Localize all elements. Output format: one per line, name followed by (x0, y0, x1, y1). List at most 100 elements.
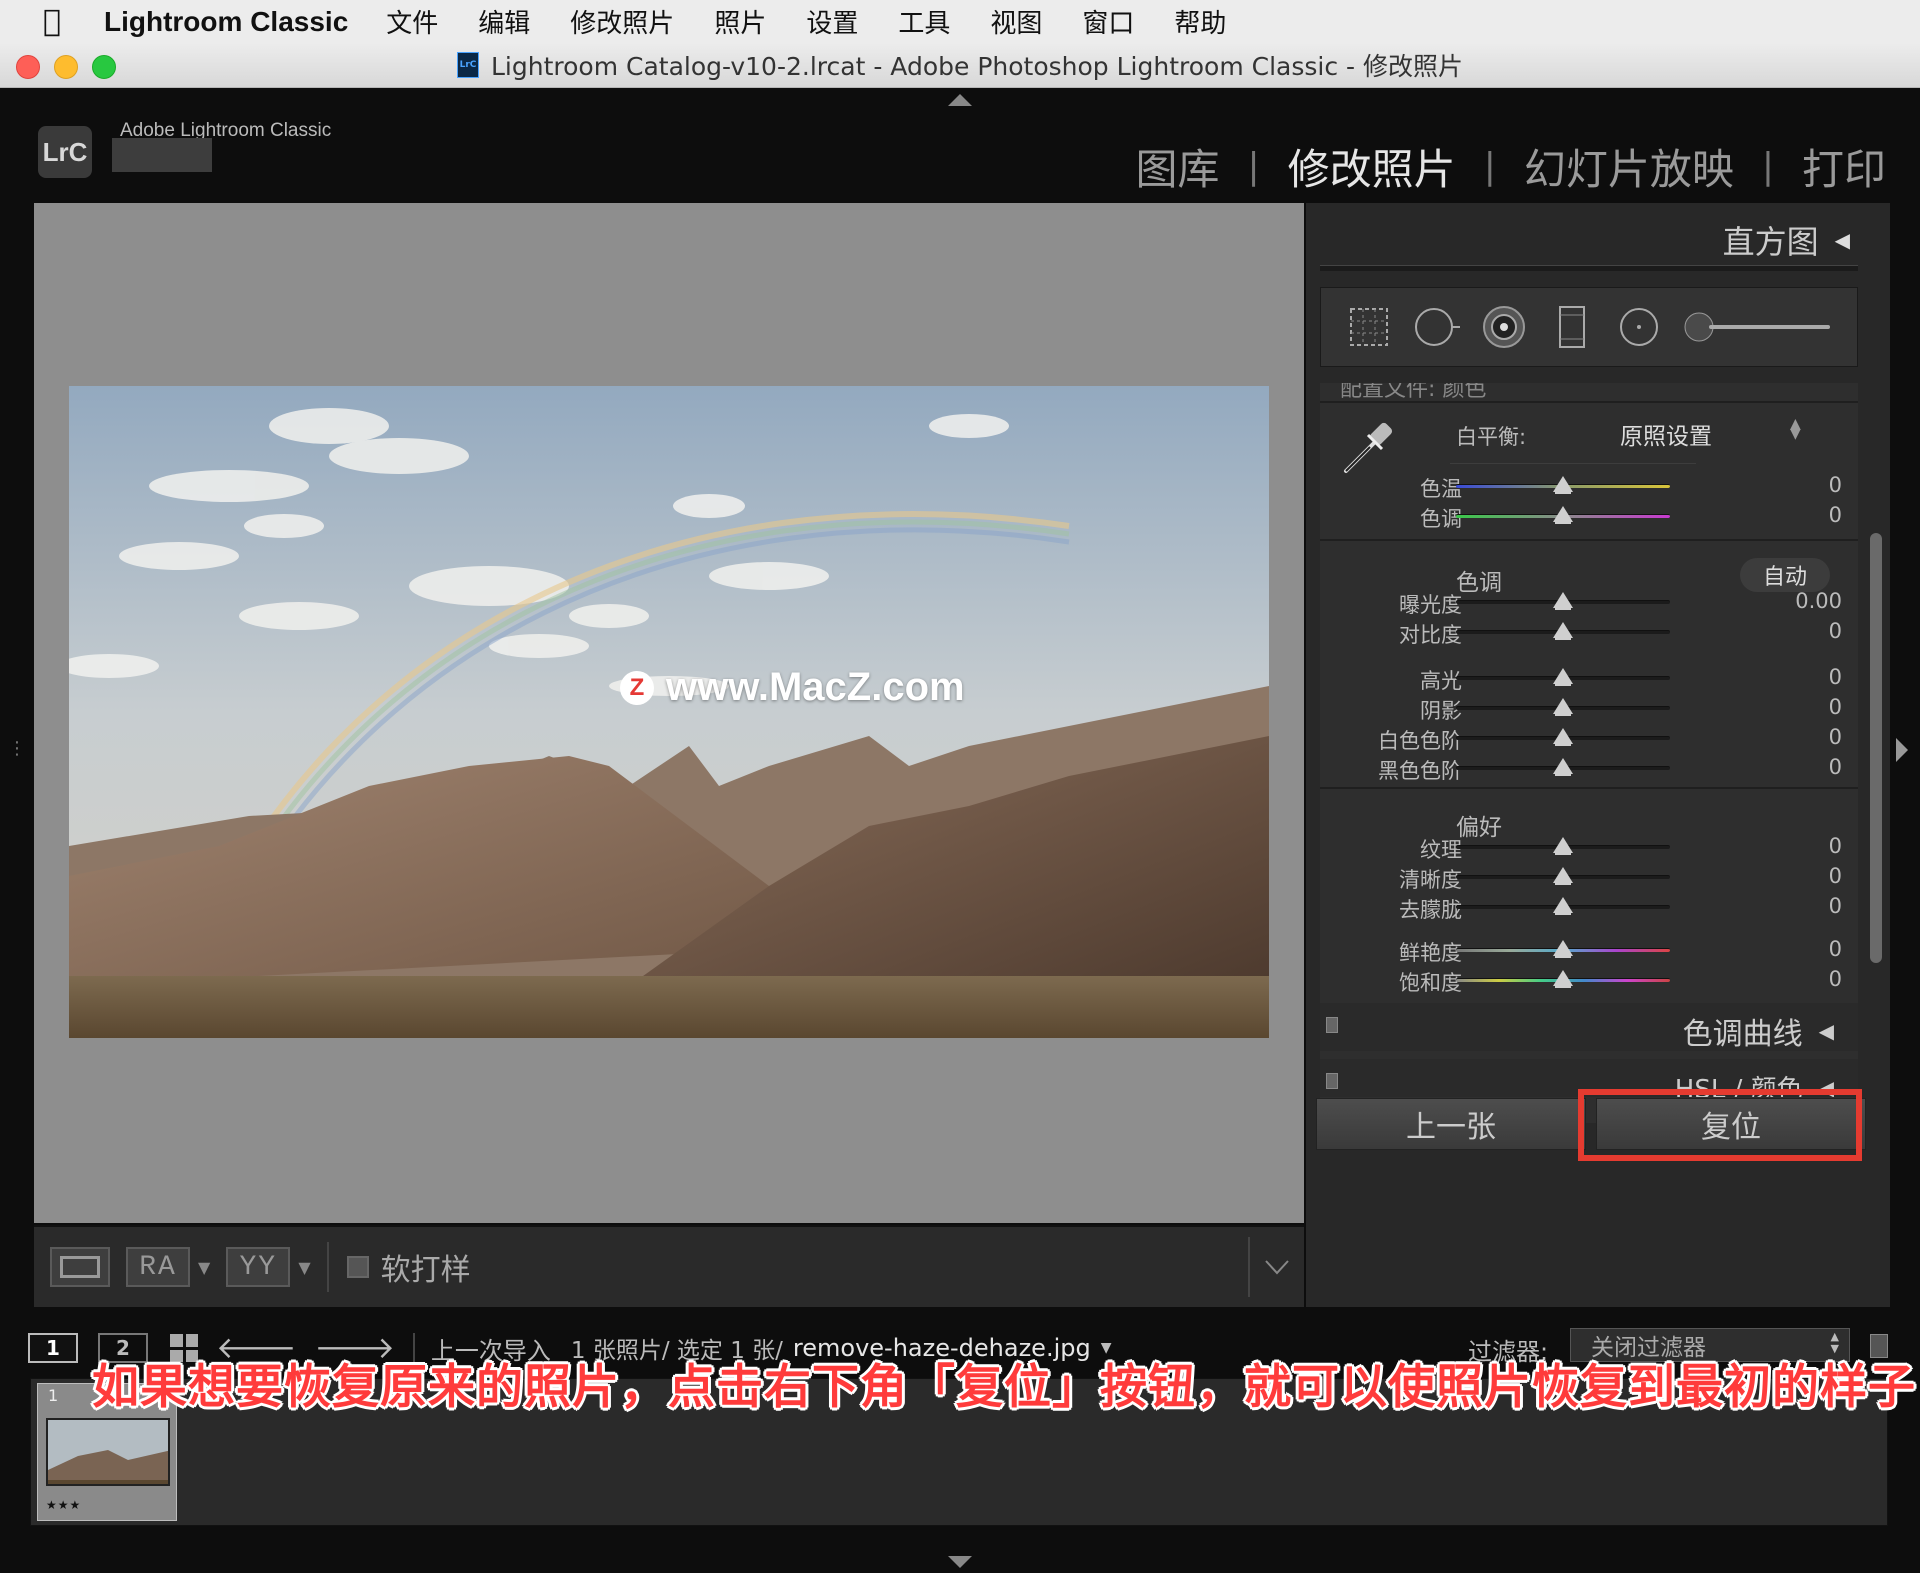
soft-proof-checkbox[interactable] (346, 1256, 369, 1278)
loupe-view-button[interactable] (50, 1247, 110, 1287)
slider-row: 去朦胧 0 (1320, 892, 1858, 922)
slider-thumb[interactable] (1553, 897, 1573, 915)
maximize-window-button[interactable] (92, 55, 116, 79)
slider-value[interactable]: 0 (1829, 755, 1842, 779)
main-photo[interactable] (69, 386, 1269, 1038)
menu-tools[interactable]: 工具 (898, 3, 950, 40)
slider-thumb[interactable] (1553, 506, 1573, 524)
window-controls (16, 55, 116, 79)
slider-row: 纹理 0 (1320, 832, 1858, 862)
slider-value[interactable]: 0 (1829, 894, 1842, 918)
slider-value[interactable]: 0 (1829, 619, 1842, 643)
before-after-swap-button[interactable]: YY (226, 1247, 291, 1287)
chevron-down-icon[interactable]: ▼ (198, 1258, 210, 1277)
slider-row: 饱和度 0 (1320, 965, 1858, 995)
catalog-doc-icon: LrC (456, 52, 479, 78)
panel-divider (1320, 265, 1858, 271)
slider-value[interactable]: 0 (1829, 967, 1842, 991)
slider-thumb[interactable] (1553, 970, 1573, 988)
slider-row: 清晰度 0 (1320, 862, 1858, 892)
slider-label: 阴影 (1420, 699, 1462, 723)
slider-thumb[interactable] (1553, 622, 1573, 640)
menu-view[interactable]: 视图 (990, 3, 1042, 40)
slider-thumb[interactable] (1553, 940, 1573, 958)
slider-value[interactable]: 0 (1829, 834, 1842, 858)
menu-edit[interactable]: 编辑 (478, 3, 530, 40)
slider-label: 纹理 (1420, 838, 1462, 862)
slider-value[interactable]: 0 (1829, 473, 1842, 497)
close-window-button[interactable] (16, 55, 40, 79)
module-separator: | (1247, 146, 1260, 187)
collapse-bottom-panel-icon[interactable] (948, 1556, 972, 1568)
adjustment-brush-icon[interactable] (1683, 303, 1833, 351)
crop-tool-icon[interactable] (1345, 303, 1393, 351)
panel-divider (1320, 401, 1858, 403)
tool-strip (1320, 287, 1858, 367)
spot-removal-icon[interactable] (1412, 303, 1461, 351)
slider-label: 白色色阶 (1378, 729, 1462, 753)
red-eye-icon[interactable] (1480, 303, 1528, 351)
collapse-top-panel-icon[interactable] (948, 94, 972, 106)
slider-row: 白色色阶 0 (1320, 723, 1858, 753)
graduated-filter-icon[interactable] (1548, 303, 1596, 351)
white-balance-select[interactable]: 原照设置 (1620, 417, 1712, 451)
white-balance-label: 白平衡: (1456, 425, 1527, 449)
slider-thumb[interactable] (1553, 837, 1573, 855)
app-menu[interactable]: Lightroom Classic (104, 6, 348, 38)
chevron-down-icon[interactable]: ▼ (298, 1258, 310, 1277)
slider-row: 色温 0 (1320, 471, 1858, 501)
panel-scrollbar[interactable] (1870, 533, 1882, 963)
window-titlebar: LrC Lightroom Catalog-v10-2.lrcat - Adob… (0, 43, 1920, 88)
radial-filter-icon[interactable] (1615, 303, 1663, 351)
menu-window[interactable]: 窗口 (1082, 3, 1134, 40)
menu-settings[interactable]: 设置 (806, 3, 858, 40)
slider-row: 鲜艳度 0 (1320, 935, 1858, 965)
slider-value[interactable]: 0 (1829, 864, 1842, 888)
slider-value[interactable]: 0 (1829, 937, 1842, 961)
previous-button[interactable]: 上一张 (1316, 1098, 1586, 1150)
minimize-window-button[interactable] (54, 55, 78, 79)
slider-row: 黑色色阶 0 (1320, 753, 1858, 783)
slider-thumb[interactable] (1553, 728, 1573, 746)
right-panel-toggle-icon[interactable] (1896, 738, 1908, 762)
slider-value[interactable]: 0 (1829, 665, 1842, 689)
slider-thumb[interactable] (1553, 668, 1573, 686)
module-separator: | (1483, 146, 1496, 187)
menu-file[interactable]: 文件 (386, 3, 438, 40)
slider-label: 去朦胧 (1399, 898, 1462, 922)
slider-thumb[interactable] (1553, 758, 1573, 776)
left-panel-grip-icon[interactable]: ⋮ (8, 738, 26, 759)
slider-value[interactable]: 0 (1829, 503, 1842, 527)
wb-underline (1450, 463, 1696, 464)
histogram-header[interactable]: 直方图 ◀ (1316, 217, 1850, 263)
apple-icon[interactable]:  (0, 4, 104, 39)
module-separator: | (1761, 146, 1774, 187)
slider-label: 色调 (1420, 507, 1462, 531)
menu-photo[interactable]: 照片 (714, 3, 766, 40)
toolbar-content-dropdown[interactable] (1248, 1237, 1304, 1297)
slider-value[interactable]: 0.00 (1795, 589, 1842, 613)
updown-arrows-icon[interactable]: ▲ ▼ (1790, 417, 1801, 441)
menu-help[interactable]: 帮助 (1174, 3, 1226, 40)
slider-thumb[interactable] (1553, 476, 1573, 494)
menu-develop[interactable]: 修改照片 (570, 3, 674, 40)
before-after-button[interactable]: RA (126, 1247, 190, 1287)
toolbar-divider (326, 1242, 329, 1292)
slider-value[interactable]: 0 (1829, 725, 1842, 749)
module-develop[interactable]: 修改照片 (1284, 136, 1460, 197)
lrc-logo: LrC (38, 126, 92, 178)
primary-window-button[interactable]: 1 (28, 1333, 78, 1363)
slider-thumb[interactable] (1553, 592, 1573, 610)
module-print[interactable]: 打印 (1798, 136, 1890, 197)
panel-switch-icon[interactable] (1326, 1017, 1338, 1033)
slider-value[interactable]: 0 (1829, 695, 1842, 719)
module-slideshow[interactable]: 幻灯片放映 (1520, 136, 1738, 197)
panel-switch-icon[interactable] (1326, 1073, 1338, 1089)
star-rating[interactable]: ★★★ (46, 1498, 81, 1512)
white-balance-eyedropper-icon[interactable] (1336, 413, 1402, 479)
slider-thumb[interactable] (1553, 698, 1573, 716)
slider-thumb[interactable] (1553, 867, 1573, 885)
module-library[interactable]: 图库 (1132, 136, 1224, 197)
tone-curve-header[interactable]: 色调曲线 ◀ (1320, 1003, 1858, 1052)
collapse-triangle-icon: ◀ (1818, 1019, 1834, 1043)
